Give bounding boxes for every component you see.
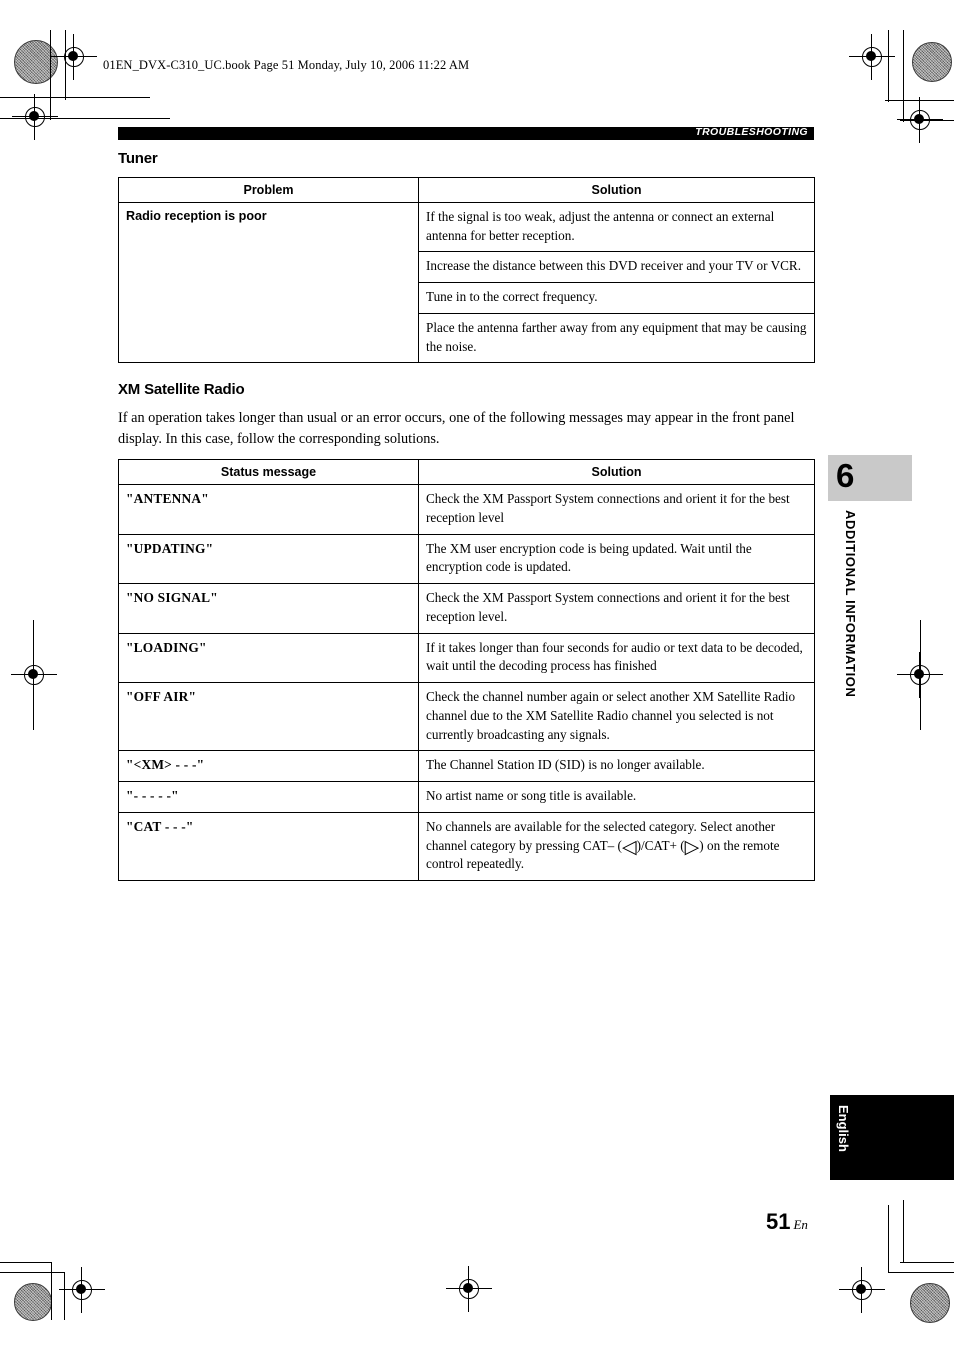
- cell-status-message: "- - - - -": [118, 781, 419, 813]
- book-file-info-line: 01EN_DVX-C310_UC.book Page 51 Monday, Ju…: [103, 58, 470, 72]
- halftone-circle-top-right: [912, 42, 952, 82]
- registration-mark-bottom-right: [839, 1267, 885, 1313]
- halftone-circle-bottom-left: [14, 1283, 52, 1321]
- cell-status-message: "OFF AIR": [118, 682, 419, 752]
- registration-mark-left-upper: [12, 94, 58, 140]
- cell-solution: The Channel Station ID (SID) is no longe…: [418, 750, 815, 783]
- cell-problem: Radio reception is poor: [118, 201, 419, 364]
- section-heading-tuner: Tuner: [118, 150, 158, 167]
- cell-solution: No artist name or song title is availabl…: [418, 781, 815, 813]
- chapter-number-tab: 6: [828, 455, 912, 501]
- registration-mark-right-upper: [897, 97, 943, 143]
- crop-line: [900, 1262, 954, 1263]
- cell-status-message: "CAT - - -": [118, 811, 419, 882]
- registration-mark-bottom-center: [446, 1266, 492, 1312]
- running-head-bar: TROUBLESHOOTING: [118, 126, 814, 140]
- crop-line: [888, 1272, 954, 1273]
- halftone-circle-top-left: [14, 40, 58, 84]
- table-row: "OFF AIR" Check the channel number again…: [118, 682, 815, 752]
- cell-status-message: "<XM> - - -": [118, 750, 419, 783]
- cell-status-message: "UPDATING": [118, 533, 419, 585]
- cell-solution: Check the XM Passport System connections…: [418, 484, 815, 535]
- tuner-table: Problem Solution Radio reception is poor…: [118, 177, 815, 364]
- table-row: "CAT - - -" No channels are available fo…: [118, 811, 815, 882]
- cell-solution-cat: No channels are available for the select…: [418, 811, 815, 882]
- crop-line: [0, 1272, 65, 1273]
- column-header-solution: Solution: [418, 459, 815, 486]
- cell-status-message: "LOADING": [118, 632, 419, 684]
- chapter-name-vertical-label: ADDITIONAL INFORMATION: [843, 510, 858, 698]
- registration-mark-left-middle: [11, 652, 57, 698]
- registration-mark-right-middle: [897, 652, 943, 698]
- cell-solution: If the signal is too weak, adjust the an…: [418, 201, 815, 253]
- cat-solution-text-part2: )/CAT+ (: [636, 837, 685, 853]
- page-content: Tuner Problem Solution Radio reception i…: [118, 150, 815, 882]
- cell-solution: Check the XM Passport System connections…: [418, 583, 815, 634]
- table-row: "LOADING" If it takes longer than four s…: [118, 632, 815, 684]
- table-row: Radio reception is poor If the signal is…: [118, 201, 815, 364]
- table-row: "- - - - -" No artist name or song title…: [118, 781, 815, 813]
- table-row: "<XM> - - -" The Channel Station ID (SID…: [118, 750, 815, 783]
- cell-status-message: "NO SIGNAL": [118, 583, 419, 634]
- cell-solution: Check the channel number again or select…: [418, 682, 815, 752]
- cell-status-message: "ANTENNA": [118, 484, 419, 535]
- chapter-number: 6: [836, 457, 855, 494]
- running-head-label: TROUBLESHOOTING: [695, 126, 808, 138]
- column-header-solution: Solution: [418, 177, 815, 203]
- cell-solution: Place the antenna farther away from any …: [418, 312, 815, 364]
- cell-solution: If it takes longer than four seconds for…: [418, 632, 815, 684]
- xm-status-table: Status message Solution "ANTENNA" Check …: [118, 459, 815, 882]
- cell-solution: Tune in to the correct frequency.: [418, 282, 815, 314]
- folio: 51 En: [766, 1209, 808, 1235]
- crop-line: [51, 1262, 52, 1320]
- crop-line: [0, 97, 150, 98]
- table-header-row: Problem Solution: [118, 177, 815, 203]
- registration-mark-top-left: [51, 34, 97, 80]
- crop-line: [0, 1262, 52, 1263]
- xm-intro-paragraph: If an operation takes longer than usual …: [118, 410, 795, 447]
- page-number: 51: [766, 1209, 791, 1234]
- crop-line: [888, 1205, 889, 1273]
- cell-solution: The XM user encryption code is being upd…: [418, 533, 815, 585]
- registration-mark-top-right: [849, 34, 895, 80]
- language-tab: English: [830, 1095, 954, 1180]
- column-header-status-message: Status message: [118, 459, 419, 486]
- halftone-circle-bottom-right: [910, 1283, 950, 1323]
- table-header-row: Status message Solution: [118, 459, 815, 486]
- table-row: "ANTENNA" Check the XM Passport System c…: [118, 484, 815, 535]
- registration-mark-bottom-left: [59, 1267, 105, 1313]
- table-row: "UPDATING" The XM user encryption code i…: [118, 533, 815, 585]
- section-heading-xm-satellite-radio: XM Satellite Radio: [118, 381, 245, 399]
- page-number-suffix: En: [793, 1217, 808, 1232]
- crop-line: [903, 1200, 904, 1262]
- table-row: "NO SIGNAL" Check the XM Passport System…: [118, 583, 815, 634]
- language-tab-label: English: [836, 1105, 851, 1152]
- column-header-problem: Problem: [118, 177, 419, 203]
- cell-solution: Increase the distance between this DVD r…: [418, 251, 815, 284]
